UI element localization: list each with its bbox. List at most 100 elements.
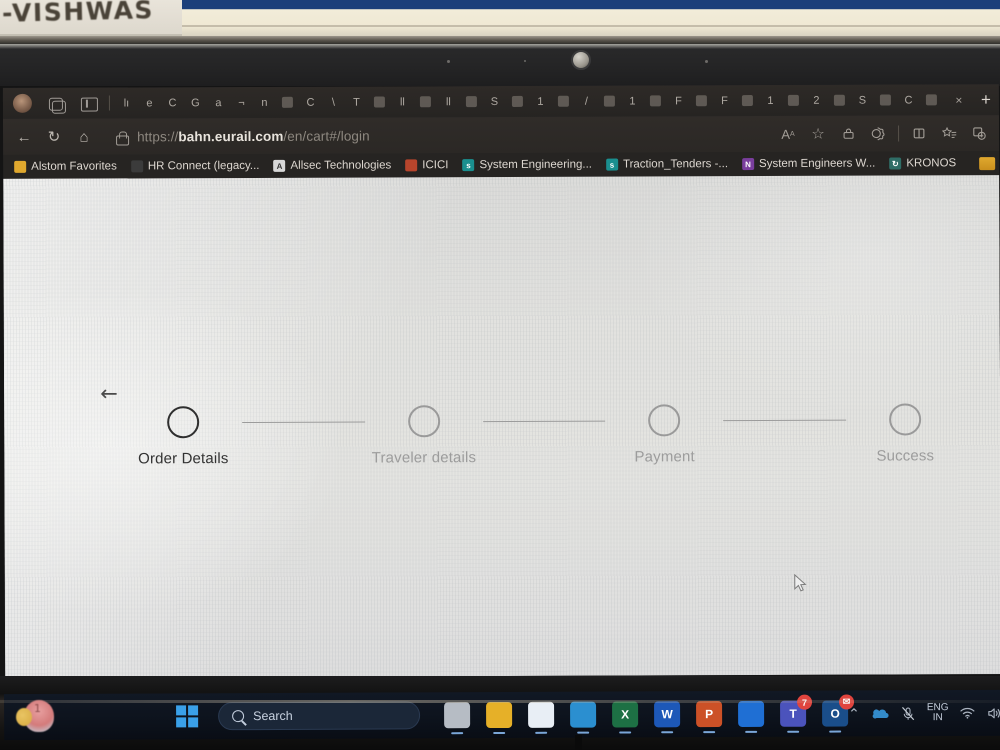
language-indicator[interactable]: ENG IN <box>927 702 949 724</box>
new-tab-button[interactable]: + <box>973 88 999 112</box>
profile-avatar[interactable] <box>12 93 32 113</box>
refresh-icon[interactable]: ↻ <box>39 122 69 152</box>
mic-muted-glyph <box>901 706 914 720</box>
close-tab-button[interactable]: × <box>951 92 967 108</box>
browser-tab[interactable] <box>506 89 529 114</box>
browser-tab[interactable] <box>368 89 391 114</box>
taskbar-excel[interactable]: X <box>612 701 639 728</box>
tab-actions-icon[interactable] <box>78 93 98 113</box>
stepper-step-payment[interactable]: Payment <box>605 404 723 465</box>
whiteboard: -VISHWAS <box>0 0 182 34</box>
wallet-icon[interactable] <box>834 120 862 148</box>
browser-tab[interactable] <box>276 90 299 115</box>
browser-tab[interactable]: \ <box>322 90 345 115</box>
bookmarks-overflow-folder-icon[interactable] <box>979 156 996 170</box>
copilot-icon[interactable] <box>46 93 66 113</box>
browser-tab[interactable]: e <box>138 90 161 115</box>
browser-tab[interactable]: ¬ <box>230 90 253 115</box>
microphone-muted-icon[interactable] <box>901 706 915 721</box>
browser-tab[interactable]: 1 <box>529 89 552 114</box>
taskbar-file-explorer[interactable] <box>486 701 513 729</box>
browser-tab[interactable]: C <box>299 90 322 115</box>
bookmark-item[interactable]: HR Connect (legacy... <box>124 156 267 177</box>
taskbar-outlook[interactable]: O✉ <box>822 694 855 727</box>
browser-tab[interactable] <box>782 88 805 113</box>
taskbar-store[interactable] <box>528 701 555 728</box>
taskbar-word[interactable]: W <box>654 701 681 728</box>
browser-tab[interactable] <box>736 88 759 113</box>
read-aloud-icon[interactable]: AA <box>774 120 802 148</box>
browser-tab[interactable] <box>920 87 943 112</box>
home-icon[interactable]: ⌂ <box>69 122 99 152</box>
checkout-stepper: Order Details Traveler details Payment Succ… <box>124 403 964 486</box>
browser-tab[interactable]: n <box>253 90 276 115</box>
browser-tab[interactable] <box>414 89 437 114</box>
back-arrow-icon[interactable]: ← <box>9 122 39 152</box>
bookmark-item[interactable]: N System Engineers W... <box>735 154 882 175</box>
browser-tab[interactable]: F <box>667 88 690 113</box>
browser-tab[interactable]: 1 <box>621 88 644 113</box>
volume-icon[interactable] <box>987 706 1000 719</box>
browser-tab[interactable]: ll <box>391 89 414 114</box>
tab-favicon: T <box>353 96 360 109</box>
browser-tab[interactable]: 2 <box>943 87 951 112</box>
browser-tab[interactable]: ll <box>437 89 460 114</box>
site-info-lock-icon[interactable] <box>115 130 128 143</box>
taskbar-file-explorer-grey[interactable] <box>444 702 471 729</box>
favorites-star-icon[interactable]: ☆ <box>804 120 832 148</box>
start-tile <box>188 705 199 716</box>
bookmark-item[interactable]: s System Engineering... <box>455 155 599 176</box>
browser-tab[interactable]: F <box>713 88 736 113</box>
collections-icon[interactable] <box>935 119 963 147</box>
browser-tab[interactable] <box>460 89 483 114</box>
bookmark-item[interactable]: A Allsec Technologies <box>266 155 398 176</box>
onedrive-icon[interactable] <box>872 707 889 719</box>
browser-tab[interactable]: 2 <box>805 88 828 113</box>
browser-tab[interactable] <box>690 88 713 113</box>
taskbar-powerpoint[interactable]: P <box>696 701 723 728</box>
kronos-icon: ↻ <box>889 157 902 170</box>
start-button[interactable] <box>176 705 199 728</box>
essentials-glyph <box>871 127 885 141</box>
browser-tab[interactable]: a <box>207 90 230 115</box>
stepper-step-order-details[interactable]: Order Details <box>124 406 242 467</box>
browser-tab[interactable]: T <box>345 90 368 115</box>
bookmark-item[interactable]: ICICI <box>398 155 455 175</box>
taskbar-edge[interactable] <box>570 701 597 728</box>
tab-favicon <box>879 94 891 106</box>
split-screen-icon[interactable] <box>905 119 933 147</box>
stepper-step-success[interactable]: Success <box>846 403 964 465</box>
browser-tab[interactable]: / <box>575 89 598 114</box>
browser-essentials-icon[interactable] <box>864 120 892 148</box>
browser-tab[interactable] <box>552 89 575 114</box>
bookmark-label: ICICI <box>422 159 449 172</box>
bookmark-item[interactable]: s Traction_Tenders -... <box>599 154 735 175</box>
search-input[interactable]: Search <box>253 709 293 723</box>
bookmark-item[interactable]: Alstom Favorites <box>7 156 124 176</box>
tab-list[interactable]: lıeCGa¬nC\TllllS1/1FF12SC2108 <box>115 87 951 115</box>
tray-overflow-icon[interactable]: ⌃ <box>848 705 860 722</box>
tab-favicon: C <box>904 93 913 106</box>
browser-tab[interactable] <box>874 87 897 112</box>
browser-tab[interactable]: C <box>897 87 920 112</box>
laptop-top-bezel <box>0 44 1000 86</box>
browser-tab[interactable] <box>828 88 851 113</box>
taskbar-teams[interactable]: T7 <box>780 694 813 727</box>
browser-tab[interactable]: S <box>851 88 874 113</box>
browser-tab[interactable]: S <box>483 89 506 114</box>
url-host: bahn.eurail.com <box>178 128 284 144</box>
address-bar[interactable]: https://bahn.eurail.com/en/cart#/login <box>105 120 768 150</box>
browser-tab[interactable]: 1 <box>759 88 782 113</box>
taskbar-bosch-video[interactable] <box>738 700 765 727</box>
wifi-icon[interactable] <box>960 707 975 719</box>
page-back-button[interactable]: ← <box>96 380 122 406</box>
browser-tab[interactable]: lı <box>115 90 138 115</box>
browser-tab[interactable] <box>644 88 667 113</box>
browser-tab[interactable]: C <box>161 90 184 115</box>
bookmark-item[interactable]: ↻ KRONOS <box>882 153 963 173</box>
taskbar-search-box[interactable]: Search <box>218 701 421 731</box>
browser-tab[interactable] <box>598 89 621 114</box>
add-tab-to-collection-icon[interactable] <box>965 119 993 147</box>
browser-tab[interactable]: G <box>184 90 207 115</box>
stepper-step-traveler-details[interactable]: Traveler details <box>365 405 483 467</box>
